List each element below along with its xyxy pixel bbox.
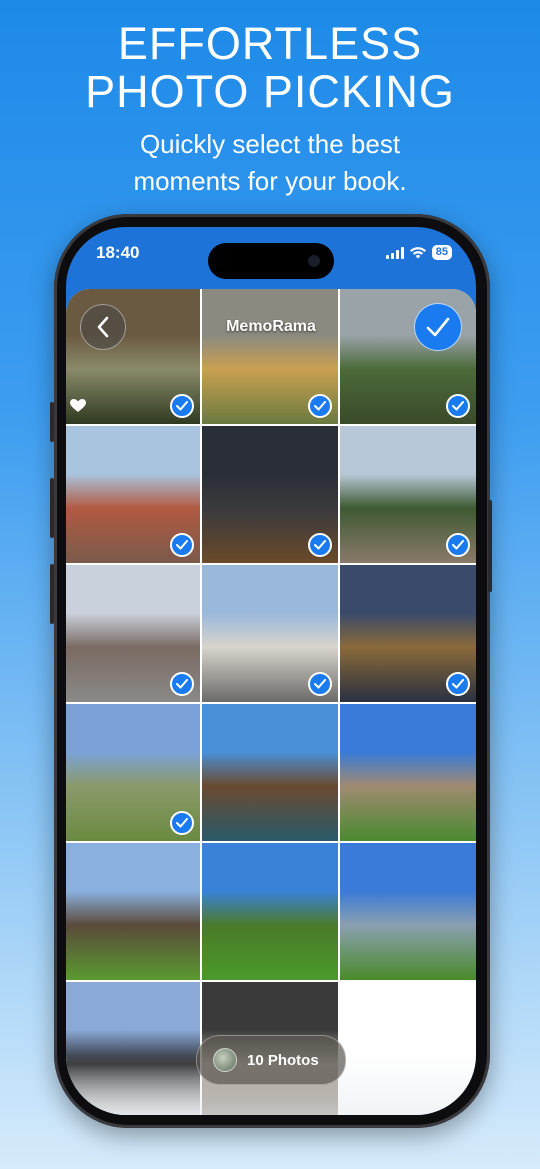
battery-icon: 85 [431,245,452,260]
camera-icon [308,255,320,267]
headline-line-2: PHOTO PICKING [85,66,455,117]
action-button [50,402,54,442]
volume-up-button [50,478,54,538]
selection-thumbnail [213,1048,237,1072]
photo-tile[interactable] [66,565,200,702]
selected-check-icon[interactable] [446,672,470,696]
favorite-heart-icon [70,399,86,418]
selected-photos-button[interactable]: 10 Photos [196,1035,346,1085]
status-time: 18:40 [96,243,140,262]
promo-subline: Quickly select the best moments for your… [0,126,540,200]
status-bar: 18:40 85 [66,227,476,287]
photo-picker-sheet: MemoRama 10 Photos [66,289,476,1115]
dynamic-island [208,243,334,279]
photo-tile[interactable] [202,426,338,563]
photo-tile[interactable] [340,704,476,841]
selected-check-icon[interactable] [170,533,194,557]
headline-line-1: EFFORTLESS [117,18,423,69]
status-icons: 85 [385,245,452,260]
done-button[interactable] [414,303,462,351]
selected-check-icon[interactable] [308,394,332,418]
photo-tile[interactable] [66,426,200,563]
subline-line-1: Quickly select the best [139,129,401,159]
selected-count-label: 10 Photos [247,1051,319,1069]
selected-check-icon[interactable] [446,533,470,557]
promo-headline: EFFORTLESS PHOTO PICKING [0,20,540,116]
photo-tile[interactable] [340,843,476,980]
selected-check-icon[interactable] [308,533,332,557]
photo-tile[interactable] [66,704,200,841]
phone-screen: 18:40 85 MemoRama 10 Photos [66,227,476,1115]
photo-tile[interactable] [340,426,476,563]
photo-tile[interactable] [202,843,338,980]
selected-check-icon[interactable] [170,394,194,418]
picker-top-bar: MemoRama [66,289,476,369]
selected-check-icon[interactable] [446,394,470,418]
checkmark-icon [426,317,450,337]
wifi-icon [409,246,426,258]
subline-line-2: moments for your book. [133,166,407,196]
selected-check-icon[interactable] [170,811,194,835]
photo-tile[interactable] [202,565,338,702]
cellular-signal-icon [385,246,404,259]
photo-tile[interactable] [66,843,200,980]
photo-tile[interactable] [340,565,476,702]
photo-tile[interactable] [202,704,338,841]
power-button [488,500,492,592]
selected-check-icon[interactable] [170,672,194,696]
selected-check-icon[interactable] [308,672,332,696]
volume-down-button [50,564,54,624]
